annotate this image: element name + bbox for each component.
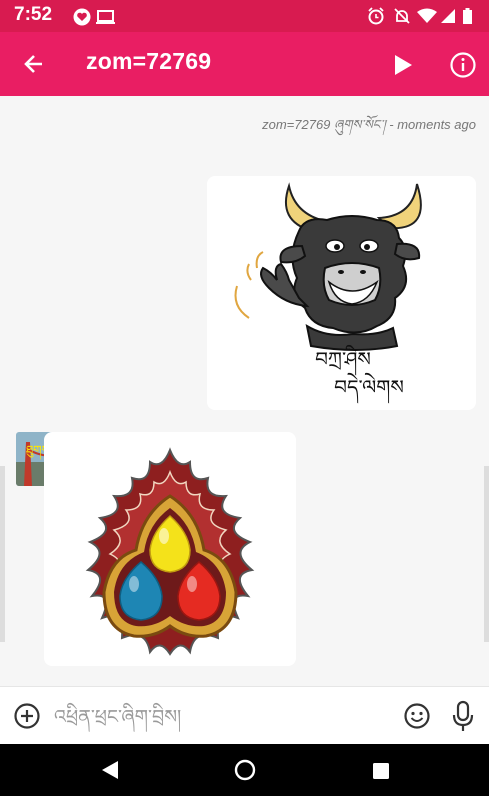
chat-area[interactable]: zom=72769 ཞུགས་སོང་། - moments ago བཀྲ་ཤ… — [0, 96, 489, 686]
three-jewels-sticker-image — [85, 447, 255, 656]
right-edge-marker — [484, 466, 489, 642]
notification-heart-icon — [73, 8, 91, 26]
nav-home-button[interactable] — [234, 759, 256, 785]
nav-recents-icon — [373, 763, 389, 779]
nav-home-icon — [234, 759, 256, 781]
status-time: 7:52 — [14, 4, 53, 25]
conversation-title: zom=72769 — [86, 48, 212, 74]
app-bar: zom=72769 — [0, 32, 489, 96]
nav-back-button[interactable] — [100, 760, 120, 784]
status-left-icons — [72, 7, 124, 31]
yak-sticker-image: བཀྲ་ཤིས བདེ་ལེགས — [234, 182, 422, 404]
status-bar: 7:52 — [0, 0, 489, 32]
system-nav-bar — [0, 744, 489, 796]
battery-icon — [463, 8, 472, 24]
microphone-button[interactable] — [452, 699, 474, 733]
nav-recents-button[interactable] — [372, 762, 390, 784]
play-icon — [395, 55, 412, 75]
back-button[interactable] — [20, 50, 48, 78]
add-circle-icon — [14, 703, 40, 729]
compose-bar — [0, 686, 489, 745]
message-sticker-jewels[interactable] — [44, 432, 296, 666]
add-attachment-button[interactable] — [12, 701, 42, 731]
info-icon — [450, 52, 476, 78]
message-input[interactable] — [52, 699, 386, 735]
emoji-button[interactable] — [402, 701, 432, 731]
alarm-icon — [368, 7, 384, 25]
microphone-icon — [452, 700, 474, 731]
status-right-icons — [367, 6, 479, 30]
left-edge-marker — [0, 466, 5, 642]
laptop-icon — [96, 10, 115, 24]
signal-icon — [441, 9, 455, 23]
info-button[interactable] — [448, 50, 478, 80]
message-sticker-yak[interactable]: བཀྲ་ཤིས བདེ་ལེགས — [207, 176, 476, 410]
emoji-icon — [404, 703, 430, 729]
arrow-left-icon — [24, 55, 42, 73]
yak-caption-line2: བདེ་ལེགས — [334, 372, 404, 404]
yak-caption-line1: བཀྲ་ཤིས — [315, 344, 371, 376]
wifi-icon — [417, 8, 437, 23]
nav-back-icon — [102, 761, 118, 779]
mute-icon — [394, 8, 410, 24]
play-button[interactable] — [390, 52, 416, 78]
conversation-meta: zom=72769 ཞུགས་སོང་། - moments ago — [262, 117, 476, 132]
